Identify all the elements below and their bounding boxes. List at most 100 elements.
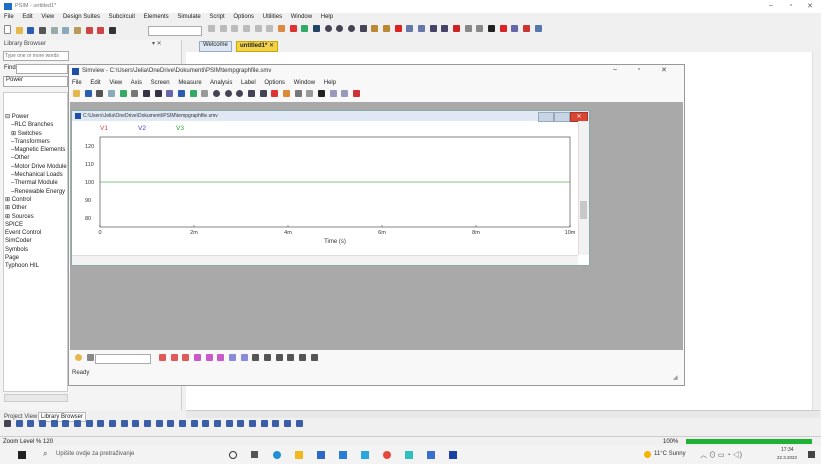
graph-vscroll-thumb[interactable] — [580, 201, 587, 219]
el-probe-icon[interactable] — [272, 420, 280, 427]
sv-marker-icon[interactable] — [271, 90, 279, 97]
category-select[interactable]: Power — [3, 76, 68, 87]
sv-fn-icon-7[interactable] — [229, 354, 237, 361]
sv-menu-axis[interactable]: Axis — [131, 80, 142, 86]
sv-screens-icon[interactable] — [189, 90, 197, 97]
tray-icons[interactable]: ︿ ⊙ ▭ ◔ ◁) — [700, 450, 742, 460]
graph-vscroll[interactable] — [578, 121, 589, 255]
waveform-chart[interactable]: V1 V2 V3 120 110 100 90 80 0 2m 4m 6m 8m 10m Time (s) — [72, 121, 578, 255]
sv-function-combo[interactable] — [95, 354, 151, 364]
grid-icon[interactable] — [406, 25, 414, 32]
redo-icon[interactable] — [97, 27, 105, 34]
pencil-icon[interactable] — [278, 25, 286, 32]
el-plus-icon[interactable] — [4, 420, 11, 427]
menu-script[interactable]: Script — [209, 14, 224, 20]
find-input[interactable] — [16, 64, 68, 74]
sv-zoom-out-icon[interactable] — [224, 90, 232, 97]
sv-y-axis-icon[interactable] — [154, 90, 162, 97]
sv-fft-icon[interactable] — [294, 90, 302, 97]
tree-item[interactable]: –Transformers — [4, 138, 67, 146]
tree-item[interactable]: –RLC Branches — [4, 121, 67, 129]
el-ammeter-icon[interactable] — [155, 420, 163, 427]
cut-icon[interactable] — [50, 27, 58, 34]
sv-fn-icon-11[interactable] — [275, 354, 283, 361]
el-c-icon[interactable] — [295, 420, 303, 427]
app-icon-10[interactable] — [427, 451, 435, 459]
flip-icon[interactable] — [254, 25, 262, 32]
tree-item[interactable]: ⊞ Other — [4, 204, 67, 212]
waveform-icon[interactable] — [511, 25, 519, 32]
menu-simulate[interactable]: Simulate — [177, 14, 200, 20]
sv-menu-analysis[interactable]: Analysis — [210, 80, 232, 86]
zoom-in-icon[interactable] — [324, 25, 332, 32]
menu-file[interactable]: File — [4, 14, 14, 20]
sv-marker2-icon[interactable] — [283, 90, 291, 97]
minimize-button[interactable]: – — [764, 2, 778, 9]
zoom-out-icon[interactable] — [336, 25, 344, 32]
parameter-icon[interactable] — [523, 25, 531, 32]
tree-item[interactable]: –Thermal Module — [4, 179, 67, 187]
doc-tab-welcome[interactable]: Welcome — [199, 41, 232, 52]
menu-view[interactable]: View — [41, 14, 54, 20]
sv-fn-icon-13[interactable] — [299, 354, 307, 361]
menu-edit[interactable]: Edit — [22, 14, 32, 20]
select-icon[interactable] — [313, 25, 321, 32]
graph-hscroll[interactable] — [72, 255, 578, 265]
notification-icon[interactable] — [808, 451, 815, 458]
tree-item[interactable]: Event Control — [4, 229, 67, 237]
el-mosfet-icon[interactable] — [62, 420, 70, 427]
el-igbt-icon[interactable] — [74, 420, 82, 427]
pause-icon[interactable] — [441, 25, 449, 32]
zoom-fit-icon[interactable] — [348, 25, 356, 32]
sv-save-icon[interactable] — [84, 90, 92, 97]
close-button[interactable]: ✕ — [803, 2, 817, 10]
panel-pin-button[interactable]: ▾ ✕ — [152, 40, 162, 47]
rotate-icon[interactable] — [243, 25, 251, 32]
simulate-icon[interactable] — [383, 25, 391, 32]
tree-item[interactable]: Symbols — [4, 246, 67, 254]
app-icon-9[interactable] — [405, 451, 413, 459]
sv-fn-icon-9[interactable] — [252, 354, 260, 361]
windows-start-icon[interactable] — [18, 451, 26, 459]
sv-right-icon[interactable] — [341, 90, 349, 97]
sv-left-icon[interactable] — [329, 90, 337, 97]
menu-design-suites[interactable]: Design Suites — [63, 14, 100, 20]
sv-zoom-icon[interactable] — [166, 90, 174, 97]
sv-menu-view[interactable]: View — [109, 80, 122, 86]
current-probe-icon[interactable] — [476, 25, 484, 32]
save-icon[interactable] — [27, 27, 35, 34]
tree-expander-icon[interactable]: ⊞ — [5, 197, 12, 203]
sv-text-icon[interactable] — [318, 90, 326, 97]
sv-menu-edit[interactable]: Edit — [90, 80, 100, 86]
tree-item[interactable]: SPICE — [4, 221, 67, 229]
menu-options[interactable]: Options — [233, 14, 254, 20]
image-icon[interactable] — [109, 27, 117, 34]
app-icon-7[interactable] — [361, 451, 369, 459]
el-transformer-icon[interactable] — [249, 420, 257, 427]
chrome-icon[interactable] — [383, 451, 391, 459]
sv-fn-icon-10[interactable] — [264, 354, 272, 361]
simview-minimize-button[interactable]: – — [609, 66, 621, 73]
widgets-icon[interactable] — [251, 451, 258, 458]
el-pi-icon[interactable] — [225, 420, 233, 427]
sv-menu-screen[interactable]: Screen — [151, 80, 170, 86]
sv-fn-icon-12[interactable] — [287, 354, 295, 361]
el-clock-icon[interactable] — [284, 420, 292, 427]
sv-print-icon[interactable] — [96, 90, 104, 97]
el-dc-source-icon[interactable] — [109, 420, 117, 427]
tree-item[interactable]: ⊞ Switches — [4, 130, 67, 138]
sv-fn-icon-6[interactable] — [217, 354, 225, 361]
tree-item[interactable]: SimCoder — [4, 237, 67, 245]
el-ac-source-icon[interactable] — [120, 420, 128, 427]
el-ground-icon[interactable] — [97, 420, 105, 427]
sv-expand-icon[interactable] — [353, 90, 361, 97]
menu-window[interactable]: Window — [291, 14, 312, 20]
tree-item[interactable]: Page — [4, 254, 67, 262]
sv-cursor-icon[interactable] — [259, 90, 267, 97]
tree-item[interactable]: –Magnetic Elements — [4, 146, 67, 154]
play-icon[interactable] — [429, 25, 437, 32]
tree-item[interactable]: ⊞ Control — [4, 196, 67, 204]
stop-icon[interactable] — [453, 25, 461, 32]
sim-control-icon[interactable] — [499, 25, 507, 32]
menu-utilities[interactable]: Utilities — [263, 14, 282, 20]
